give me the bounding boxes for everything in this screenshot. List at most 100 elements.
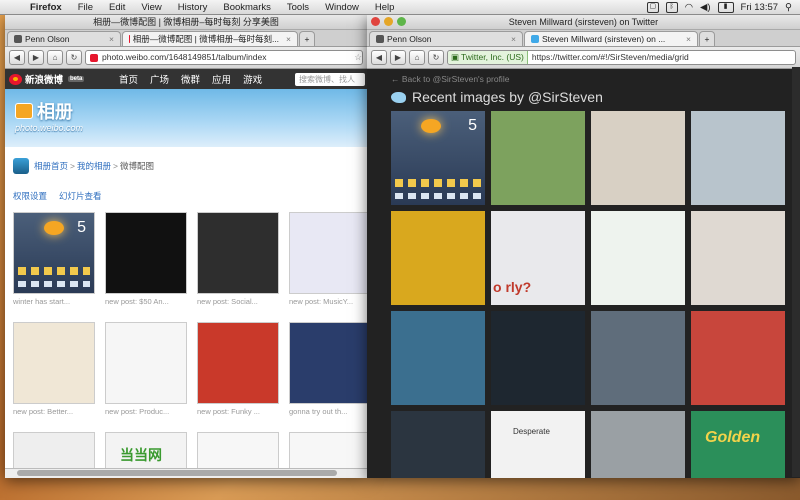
media-tile[interactable]: 5	[391, 111, 485, 205]
media-tile[interactable]	[691, 311, 785, 405]
menu-file[interactable]: File	[70, 2, 101, 13]
thumbnail-image[interactable]	[197, 212, 279, 294]
media-tile[interactable]	[591, 411, 685, 478]
weibo-logo[interactable]: 新浪微博 beta	[5, 72, 113, 86]
bluetooth-icon[interactable]: ᛒ	[665, 1, 678, 13]
tab-penn-olson[interactable]: Penn Olson ×	[7, 31, 121, 46]
tab-penn-olson[interactable]: Penn Olson ×	[369, 31, 523, 46]
breadcrumb-album-home[interactable]: 相册首页	[34, 161, 68, 171]
forward-button[interactable]: ▶	[390, 50, 406, 65]
minimize-window-button[interactable]	[384, 17, 393, 26]
media-tile[interactable]	[391, 311, 485, 405]
thumbnail-caption[interactable]: new post: MusicY...	[289, 297, 367, 306]
nav-groups[interactable]: 微群	[175, 72, 206, 86]
media-tile[interactable]	[691, 111, 785, 205]
back-to-profile-link[interactable]: ← Back to @SirSteven's profile	[391, 74, 509, 84]
avatar[interactable]	[13, 158, 29, 174]
media-tile[interactable]	[491, 111, 585, 205]
media-tile[interactable]	[591, 211, 685, 305]
home-icon[interactable]: ⌂	[47, 50, 63, 65]
back-button[interactable]: ◀	[371, 50, 387, 65]
spotlight-icon[interactable]: ⚲	[785, 2, 792, 13]
dropbox-icon[interactable]: ▢	[646, 1, 659, 13]
nav-apps[interactable]: 应用	[206, 72, 237, 86]
nav-square[interactable]: 广场	[144, 72, 175, 86]
menu-app-firefox[interactable]: Firefox	[22, 2, 70, 13]
window-titlebar[interactable]: Steven Millward (sirsteven) on Twitter	[367, 15, 800, 30]
thumbnail-image[interactable]	[13, 322, 95, 404]
photo-thumbnail[interactable]: gonna try out th...	[289, 322, 367, 416]
media-tile[interactable]	[591, 111, 685, 205]
site-identity-badge[interactable]: ▣ Twitter, Inc. (US)	[448, 51, 528, 64]
thumbnail-caption[interactable]: new post: Better...	[13, 407, 95, 416]
photo-thumbnail[interactable]: new post: Produc...	[105, 322, 187, 416]
thumbnail-image[interactable]	[105, 322, 187, 404]
menu-window[interactable]: Window	[317, 2, 367, 13]
menu-view[interactable]: View	[133, 2, 169, 13]
close-tab-icon[interactable]: ×	[682, 32, 691, 46]
weibo-search-input[interactable]: 搜索微博、找人	[295, 72, 365, 86]
reload-icon[interactable]: ↻	[66, 50, 82, 65]
media-tile[interactable]	[691, 211, 785, 305]
wifi-icon[interactable]: ◠	[685, 2, 693, 13]
thumbnail-caption[interactable]: new post: Social...	[197, 297, 279, 306]
menu-history[interactable]: History	[170, 2, 216, 13]
menu-edit[interactable]: Edit	[101, 2, 133, 13]
photo-thumbnail[interactable]: new post: MusicY...	[289, 212, 367, 306]
tab-twitter[interactable]: Steven Millward (sirsteven) on ... ×	[524, 31, 698, 46]
thumbnail-caption[interactable]: gonna try out th...	[289, 407, 367, 416]
close-window-button[interactable]	[371, 17, 380, 26]
close-tab-icon[interactable]: ×	[105, 32, 114, 46]
thumbnail-caption[interactable]: winter has start...	[13, 297, 95, 306]
thumbnail-image[interactable]	[105, 212, 187, 294]
new-tab-button[interactable]: +	[299, 31, 315, 46]
photo-thumbnail[interactable]: 5 winter has start...	[13, 212, 95, 306]
battery-icon[interactable]: ▮	[717, 1, 734, 13]
breadcrumb-my-album[interactable]: 我的相册	[77, 161, 111, 171]
photo-thumbnail[interactable]: new post: Funky ...	[197, 322, 279, 416]
new-tab-button[interactable]: +	[699, 31, 715, 46]
media-tile[interactable]: Desperate	[491, 411, 585, 478]
thumbnail-caption[interactable]: new post: Funky ...	[197, 407, 279, 416]
thumbnail-image[interactable]	[289, 322, 367, 404]
zoom-window-button[interactable]	[397, 17, 406, 26]
close-tab-icon[interactable]: ×	[507, 32, 516, 46]
nav-games[interactable]: 游戏	[237, 72, 268, 86]
home-icon[interactable]: ⌂	[409, 50, 425, 65]
reload-icon[interactable]: ↻	[428, 50, 444, 65]
menubar-clock[interactable]: Fri 13:57	[741, 2, 779, 13]
media-tile[interactable]	[491, 311, 585, 405]
menu-help[interactable]: Help	[367, 2, 403, 13]
vertical-scrollbar[interactable]	[792, 67, 800, 477]
window-titlebar[interactable]: 相册—微博配图 | 微博相册–每时每刻 分享美图	[5, 15, 367, 30]
media-tile[interactable]: o rly?	[491, 211, 585, 305]
back-button[interactable]: ◀	[9, 50, 25, 65]
scrollbar-thumb[interactable]	[17, 470, 337, 476]
bookmark-star-icon[interactable]: ☆	[354, 51, 362, 64]
menu-bookmarks[interactable]: Bookmarks	[215, 2, 279, 13]
horizontal-scrollbar[interactable]	[5, 468, 367, 478]
media-tile[interactable]	[391, 211, 485, 305]
thumbnail-caption[interactable]: new post: Produc...	[105, 407, 187, 416]
navigation-toolbar: ◀ ▶ ⌂ ↻ ▣ Twitter, Inc. (US) https://twi…	[367, 47, 800, 69]
media-tile[interactable]	[591, 311, 685, 405]
menu-tools[interactable]: Tools	[279, 2, 317, 13]
thumbnail-caption[interactable]: new post: $50 An...	[105, 297, 187, 306]
tab-weibo-album[interactable]: 相册—微博配图 | 微博相册–每时每刻... ×	[122, 31, 298, 46]
slideshow-link[interactable]: 幻灯片查看	[59, 190, 102, 202]
volume-icon[interactable]: ◀)	[700, 2, 710, 13]
close-tab-icon[interactable]: ×	[282, 32, 291, 46]
photo-thumbnail[interactable]: new post: Better...	[13, 322, 95, 416]
thumbnail-image[interactable]	[289, 212, 367, 294]
url-bar[interactable]: photo.weibo.com/1648149851/talbum/index …	[85, 50, 363, 65]
forward-button[interactable]: ▶	[28, 50, 44, 65]
url-bar[interactable]: ▣ Twitter, Inc. (US) https://twitter.com…	[447, 50, 796, 65]
thumbnail-image[interactable]: 5	[13, 212, 95, 294]
thumbnail-image[interactable]	[197, 322, 279, 404]
media-tile[interactable]: Golden	[691, 411, 785, 478]
media-tile[interactable]	[391, 411, 485, 478]
permission-settings-link[interactable]: 权限设置	[13, 190, 47, 202]
photo-thumbnail[interactable]: new post: $50 An...	[105, 212, 187, 306]
photo-thumbnail[interactable]: new post: Social...	[197, 212, 279, 306]
nav-home[interactable]: 首页	[113, 72, 144, 86]
